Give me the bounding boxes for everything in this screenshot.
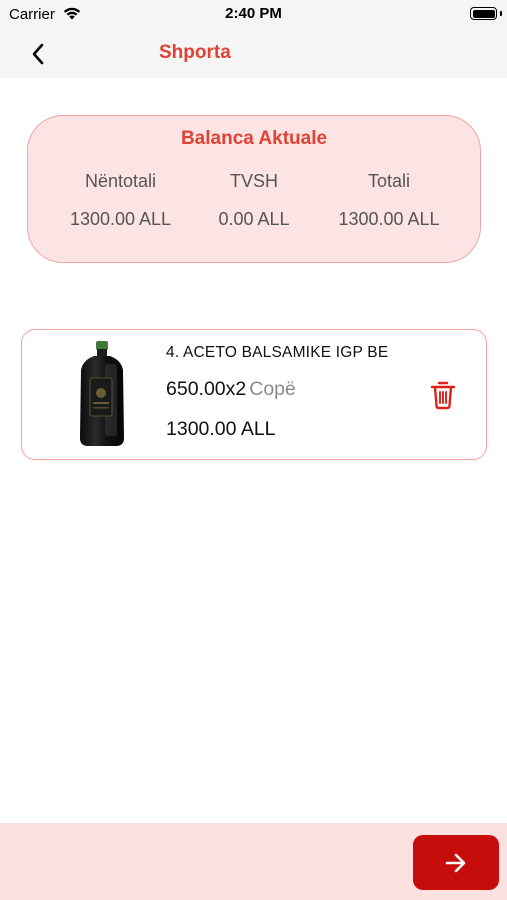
- total-label: Totali: [367, 171, 411, 191]
- balsamic-bottle-image: [80, 341, 124, 446]
- next-button[interactable]: [413, 835, 499, 890]
- vat-value: 0.00 ALL: [218, 209, 290, 229]
- cart-item[interactable]: 4. ACETO BALSAMIKE IGP BE 650.00x2 Copë 1…: [21, 329, 487, 460]
- vat-label: TVSH: [229, 171, 278, 191]
- trash-icon[interactable]: [430, 380, 456, 410]
- page-title: Shporta: [159, 42, 231, 63]
- subtotal-value: 1300.00 ALL: [69, 209, 172, 229]
- price-quantity-line: 650.00x2 Copë: [166, 378, 296, 401]
- balance-title: Balanca Aktuale: [180, 128, 328, 149]
- arrow-right-icon: [445, 853, 466, 872]
- nav-bar: Shporta: [0, 30, 507, 78]
- battery-icon: [470, 7, 497, 20]
- unit-label: Copë: [249, 378, 296, 400]
- battery-cap: [500, 11, 502, 16]
- subtotal-label: Nëntotali: [84, 171, 157, 191]
- item-total: 1300.00 ALL: [166, 418, 276, 440]
- status-bar: Carrier 2:40 PM: [0, 0, 507, 30]
- product-name: 4. ACETO BALSAMIKE IGP BE: [166, 344, 389, 361]
- chevron-left-icon: [32, 43, 44, 65]
- status-time: 2:40 PM: [225, 5, 282, 22]
- bottom-bar: [0, 823, 507, 900]
- back-button[interactable]: [22, 38, 54, 70]
- balance-card: Balanca Aktuale Nëntotali TVSH Totali 13…: [27, 115, 481, 263]
- price-quantity: 650.00x2: [166, 378, 247, 400]
- total-value: 1300.00 ALL: [338, 209, 440, 229]
